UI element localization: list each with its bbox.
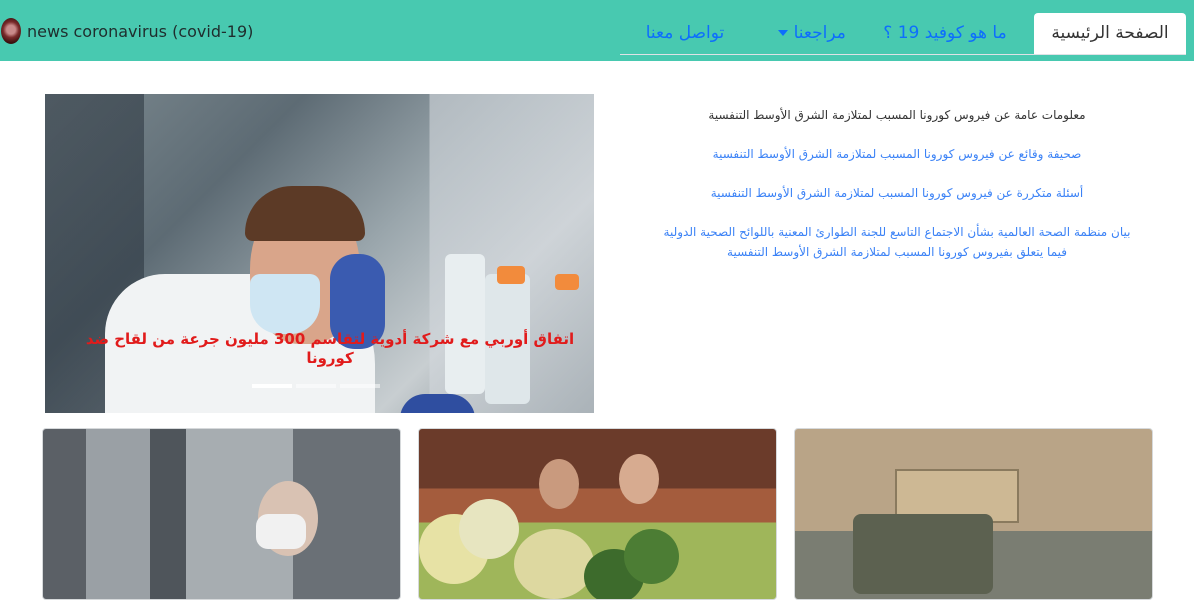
nav-tabs: الصفحة الرئيسية ما هو كوفيد 19 ؟ مراجعنا… <box>620 13 1186 55</box>
article-fact-sheet-link[interactable]: صحيفة وقائع عن فيروس كورونا المسبب لمتلا… <box>652 144 1142 164</box>
face-mask <box>256 514 306 549</box>
bottle-cap <box>497 266 525 284</box>
tab-contact-us-label: تواصل معنا <box>645 23 725 43</box>
carousel-indicator-2[interactable] <box>296 384 336 388</box>
melon <box>514 529 594 599</box>
tab-references-label: مراجعنا <box>793 23 846 43</box>
article-list: معلومات عامة عن فيروس كورونا المسبب لمتل… <box>652 105 1142 281</box>
tab-references-dropdown[interactable]: مراجعنا <box>764 13 856 54</box>
tab-home-label: الصفحة الرئيسية <box>1051 23 1169 43</box>
armored-vehicle <box>853 514 993 594</box>
tab-contact-us[interactable]: تواصل معنا <box>620 13 750 54</box>
lab-bottle <box>445 254 485 394</box>
news-card-window-mask[interactable] <box>42 428 401 600</box>
carousel-indicators <box>252 384 380 390</box>
watermelon <box>624 529 679 584</box>
news-carousel[interactable]: اتفاق أوربي مع شركة أدوية لتقاسم 300 ملي… <box>45 94 594 413</box>
article-faq-link[interactable]: أسئلة متكررة عن فيروس كورونا المسبب لمتل… <box>652 183 1142 203</box>
tab-home[interactable]: الصفحة الرئيسية <box>1034 13 1186 54</box>
melon <box>459 499 519 559</box>
tab-what-is-covid19-label: ما هو كوفيد 19 ؟ <box>883 23 1007 43</box>
brand[interactable]: news coronavirus (covid-19) <box>0 16 253 46</box>
carousel-indicator-1[interactable] <box>252 384 292 388</box>
article-general-info: معلومات عامة عن فيروس كورونا المسبب لمتل… <box>708 108 1086 122</box>
carousel-indicator-3[interactable] <box>340 384 380 388</box>
coronavirus-logo-icon <box>1 18 21 44</box>
face-mask <box>250 274 320 334</box>
news-card-military-vehicle[interactable] <box>794 428 1153 600</box>
top-navbar: news coronavirus (covid-19) الصفحة الرئي… <box>0 0 1194 61</box>
article-who-statement-link[interactable]: بيان منظمة الصحة العالمية بشأن الاجتماع … <box>652 222 1142 262</box>
vendor-face <box>619 454 659 504</box>
brand-text: news coronavirus (covid-19) <box>27 21 254 41</box>
carousel-caption[interactable]: اتفاق أوربي مع شركة أدوية لتقاسم 300 ملي… <box>85 330 575 368</box>
vendor-face <box>539 459 579 509</box>
news-card-market[interactable] <box>418 428 777 600</box>
bottle-cap <box>555 274 579 290</box>
tab-what-is-covid19[interactable]: ما هو كوفيد 19 ؟ <box>870 13 1020 54</box>
caret-down-icon <box>778 30 789 36</box>
